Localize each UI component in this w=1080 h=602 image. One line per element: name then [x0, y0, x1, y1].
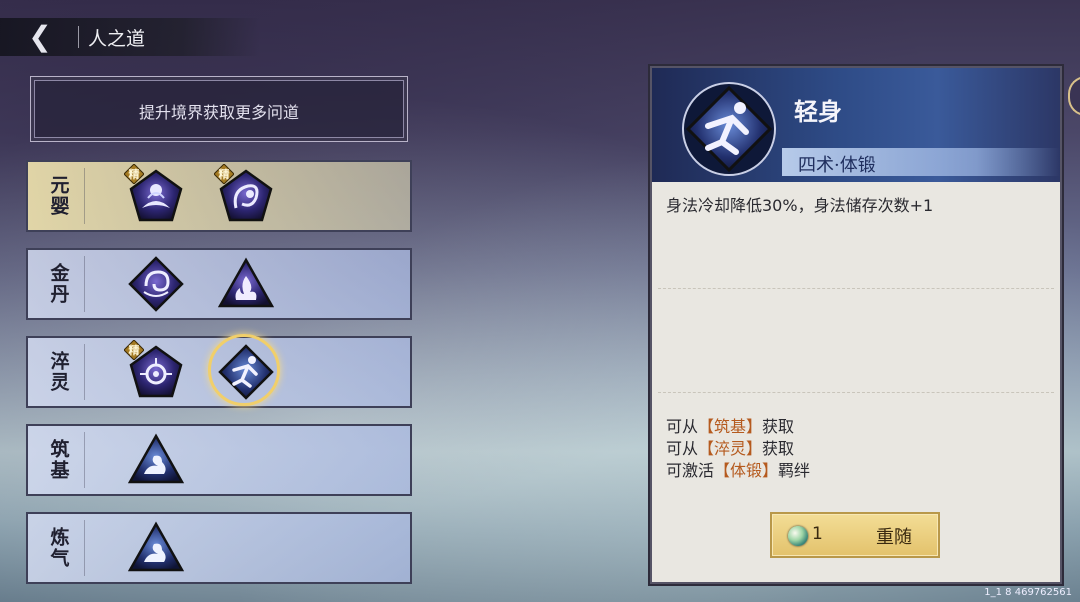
- refined-badge: 精: [124, 340, 144, 360]
- reroll-cost: 1: [812, 524, 823, 544]
- version-text: 1_1 8 469762561: [984, 587, 1072, 598]
- detail-header: 轻身 四术·体锻: [652, 68, 1060, 182]
- lotus-pentagon-icon[interactable]: 精: [124, 340, 184, 400]
- realm-label-text: 炼气: [47, 527, 70, 569]
- meditation-pentagon-icon[interactable]: 精: [124, 164, 184, 224]
- skill-detail-panel: 轻身 四术·体锻 身法冷却降低30%，身法储存次数+1 可从【筑基】获取 可从【…: [650, 66, 1062, 584]
- divider: [658, 288, 1054, 293]
- page-title: 人之道: [88, 28, 146, 50]
- hint-box: 提升境界获取更多问道: [30, 76, 408, 142]
- realm-row-yuanying: 元婴 精 精: [26, 160, 412, 232]
- leaping-figure-diamond-icon[interactable]: [208, 334, 280, 406]
- wave-triangle-icon[interactable]: [128, 520, 184, 576]
- reroll-label: 重随: [876, 527, 912, 548]
- realm-label-text: 淬灵: [47, 351, 70, 393]
- realm-row-jindan: 金丹: [26, 248, 412, 320]
- refined-badge: 精: [214, 164, 234, 184]
- divider: [78, 26, 79, 48]
- realm-label-text: 金丹: [47, 263, 70, 305]
- skill-name: 轻身: [794, 97, 842, 126]
- top-bar: ❮ 人之道: [0, 18, 260, 56]
- skill-category-tag: 四术·体锻: [782, 148, 1060, 176]
- realm-label-text: 筑基: [47, 439, 70, 481]
- back-arrow-icon[interactable]: ❮: [18, 22, 62, 52]
- source-line: 可激活【体锻】羁绊: [666, 461, 811, 480]
- source-line: 可从【筑基】获取: [666, 417, 795, 436]
- refined-badge: 精: [124, 164, 144, 184]
- realm-label: 元婴: [34, 168, 85, 224]
- badge-text: 精: [128, 168, 140, 181]
- realm-label: 淬灵: [34, 344, 85, 400]
- realm-label: 炼气: [34, 520, 85, 576]
- realm-label: 金丹: [34, 256, 85, 312]
- realm-label-text: 元婴: [47, 175, 70, 217]
- realm-label: 筑基: [34, 432, 85, 488]
- skill-category-text: 四术·体锻: [798, 155, 876, 176]
- realm-row-cuiling: 淬灵 精: [26, 334, 412, 408]
- selected-ring: [208, 334, 280, 406]
- spirit-orb-icon: [788, 526, 808, 546]
- flame-triangle-icon[interactable]: [218, 256, 274, 312]
- divider: [658, 392, 1054, 397]
- source-line: 可从【淬灵】获取: [666, 439, 795, 458]
- reroll-button[interactable]: 1 重随: [770, 512, 940, 558]
- badge-text: 精: [218, 168, 230, 181]
- spiral-figure-pentagon-icon[interactable]: 精: [214, 164, 274, 224]
- realm-row-lianqi: 炼气: [26, 512, 412, 584]
- wave-triangle-icon[interactable]: [128, 432, 184, 488]
- hint-text: 提升境界获取更多问道: [138, 103, 299, 122]
- swirl-diamond-icon[interactable]: [128, 256, 184, 312]
- badge-text: 精: [128, 344, 140, 357]
- realm-row-zhuji: 筑基: [26, 424, 412, 496]
- leaping-figure-diamond-icon: [680, 80, 778, 178]
- skill-description: 身法冷却降低30%，身法储存次数+1: [666, 196, 934, 215]
